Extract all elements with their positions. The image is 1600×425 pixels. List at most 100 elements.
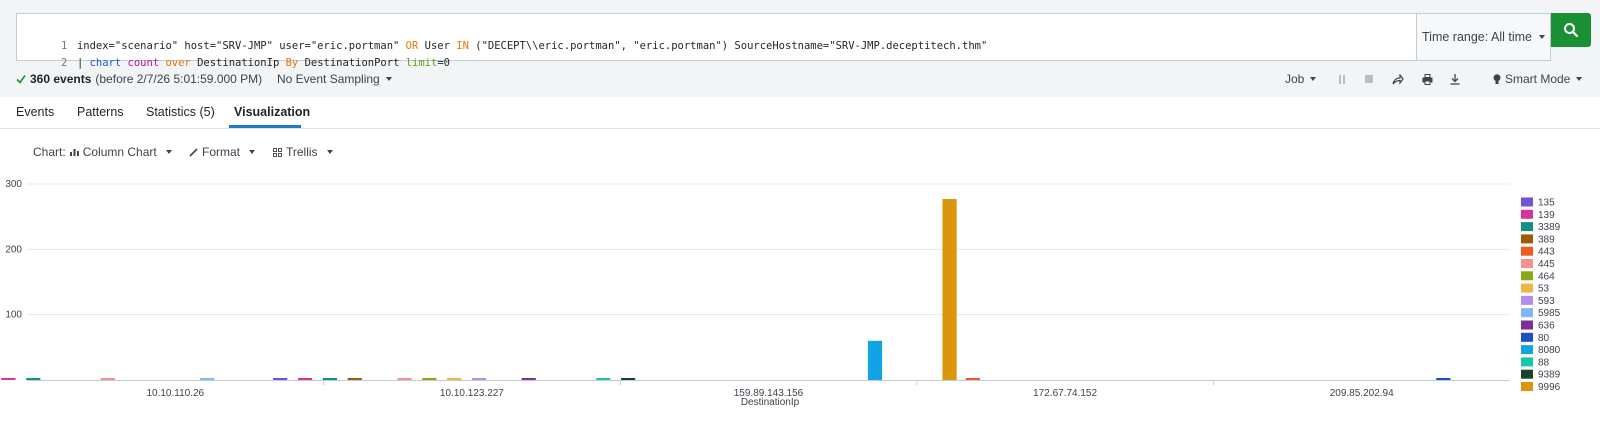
legend-item-88[interactable]: 88 [1538,357,1550,368]
format-dropdown[interactable]: Format [189,145,256,159]
bar-5985-10.10.110.26[interactable] [200,378,215,380]
bar-8080-159.89.143.156[interactable] [867,340,883,380]
legend-item-9996[interactable]: 9996 [1538,382,1561,393]
legend-item-445[interactable]: 445 [1538,259,1555,270]
pencil-icon [189,147,198,157]
tab-visualization[interactable]: Visualization [234,105,310,119]
tab-patterns[interactable]: Patterns [77,105,124,119]
chart-type-dropdown[interactable]: Chart: Column Chart [33,145,172,159]
bar-3389-10.10.123.227[interactable] [322,378,337,380]
legend-swatch [1521,357,1533,367]
x-tick-label: 172.67.74.152 [1033,388,1097,399]
legend-item-443[interactable]: 443 [1538,247,1555,258]
active-tab-indicator [229,125,301,128]
column-chart-icon [69,149,79,156]
chart-type-prefix: Chart: [33,145,66,159]
legend-item-3389[interactable]: 3389 [1538,222,1561,233]
legend-item-80[interactable]: 80 [1538,333,1550,344]
bar-9996-159.89.143.156[interactable] [942,199,957,380]
search-bar-region: 1 index="scenario" host="SRV-JMP" user="e… [0,0,1600,97]
search-button[interactable] [1551,13,1591,47]
events-count-value: 360 events [30,72,92,86]
bar-80-209.85.202.94[interactable] [1436,378,1451,380]
bar-443-172.67.74.152[interactable] [965,378,980,380]
print-icon[interactable] [1420,72,1434,86]
x-tick-label: 209.85.202.94 [1330,388,1394,399]
chevron-down-icon [1310,77,1317,81]
events-count-detail: (before 2/7/26 5:01:59.000 PM) [95,72,263,86]
chevron-down-icon [1576,77,1583,81]
y-tick-label: 200 [5,244,22,255]
legend-item-135[interactable]: 135 [1538,198,1555,209]
legend-swatch [1521,345,1533,355]
legend-swatch [1521,271,1533,281]
legend-swatch [1521,197,1533,207]
event-sampling-label: No Event Sampling [277,72,380,86]
legend-item-5985[interactable]: 5985 [1538,308,1561,319]
query-token: ("DECEPT\\eric.portman", "eric.portman")… [468,40,988,52]
time-range-picker[interactable]: Time range: All time [1417,13,1551,61]
bar-593-10.10.123.227[interactable] [471,378,487,380]
legend-item-389[interactable]: 389 [1538,234,1555,245]
query-line-1: 1 index="scenario" host="SRV-JMP" user="e… [17,21,987,52]
column-chart: 100200300 10.10.110.26 10.10.123.227 159.8… [1,179,1561,408]
legend-swatch [1521,295,1533,305]
event-sampling-dropdown[interactable]: No Event Sampling [277,72,392,86]
search-mode-dropdown[interactable]: Smart Mode [1493,72,1583,86]
legend-swatch [1521,332,1533,342]
legend-item-53[interactable]: 53 [1538,284,1550,295]
share-icon[interactable] [1391,72,1405,86]
bar-389-10.10.123.227[interactable] [347,378,362,380]
bar-445-10.10.110.26[interactable] [100,378,115,380]
search-query-editor[interactable]: 1 index="scenario" host="SRV-JMP" user="e… [16,13,1417,69]
bar-135-10.10.123.227[interactable] [273,378,288,380]
chart-type-label: Column Chart [82,145,157,159]
bar-139-10.10.123.227[interactable] [297,378,313,380]
search-icon [1564,23,1579,38]
legend-item-9389[interactable]: 9389 [1538,370,1561,381]
bar-445-10.10.123.227[interactable] [397,378,412,380]
bar-9389-10.10.123.227[interactable] [621,378,636,380]
legend-swatch [1521,308,1533,318]
bar-88-10.10.123.227[interactable] [596,378,611,380]
legend-swatch [1521,259,1533,268]
chevron-down-icon [326,150,333,154]
legend-swatch [1521,234,1533,244]
query-token: IN [456,40,469,52]
legend-swatch [1521,283,1533,293]
legend-item-139[interactable]: 139 [1538,210,1555,221]
tab-events[interactable]: Events [16,105,54,119]
legend-item-593[interactable]: 593 [1538,296,1555,307]
x-tick-label: 10.10.110.26 [146,388,204,399]
x-axis-title: DestinationIp [741,397,800,408]
y-tick-label: 100 [5,310,22,321]
job-menu-label: Job [1285,72,1305,86]
legend-swatch [1521,209,1533,219]
bar-636-10.10.123.227[interactable] [521,378,536,380]
job-menu[interactable]: Job [1285,72,1317,86]
pause-icon[interactable] [1335,72,1349,86]
bar-3389-10.10.110.26[interactable] [26,378,41,380]
stop-icon[interactable] [1362,72,1376,86]
chevron-down-icon [1539,35,1545,39]
lightbulb-icon [1493,73,1501,84]
legend-item-636[interactable]: 636 [1538,321,1555,332]
grid-icon [273,147,282,157]
x-tick-label: 10.10.123.227 [440,388,504,399]
chevron-down-icon [165,150,172,154]
trellis-dropdown[interactable]: Trellis [273,145,333,159]
bar-139-10.10.110.26[interactable] [1,378,16,380]
tab-statistics[interactable]: Statistics (5) [146,105,215,119]
legend-item-464[interactable]: 464 [1538,271,1555,282]
bar-53-10.10.123.227[interactable] [447,378,462,380]
bar-464-10.10.123.227[interactable] [422,378,437,380]
y-tick-label: 300 [5,179,22,190]
chevron-down-icon [385,77,392,81]
chart-legend: 1351393389389443445464535935985636808080… [1521,197,1561,393]
legend-swatch [1521,222,1533,232]
search-mode-label: Smart Mode [1505,72,1571,86]
legend-swatch [1521,246,1533,256]
export-icon[interactable] [1448,72,1462,86]
legend-swatch [1521,320,1533,330]
legend-item-8080[interactable]: 8080 [1538,345,1561,356]
